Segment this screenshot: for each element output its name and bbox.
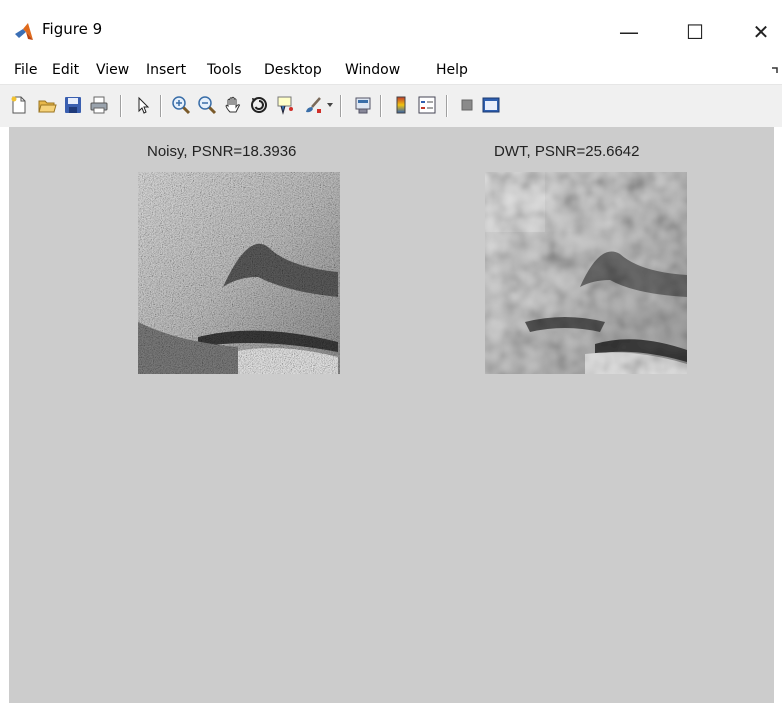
minimize-icon: — (619, 20, 639, 44)
link-plot-icon[interactable] (352, 94, 374, 116)
edit-plot-arrow-icon[interactable] (132, 94, 154, 116)
toolbar-separator (160, 95, 162, 117)
brush-dropdown-icon[interactable] (324, 94, 336, 116)
insert-colorbar-icon[interactable] (390, 94, 412, 116)
close-icon: ✕ (752, 20, 770, 44)
pan-hand-icon[interactable] (222, 94, 244, 116)
zoom-out-icon[interactable] (196, 94, 218, 116)
maximize-icon: ☐ (686, 20, 704, 44)
menu-tools[interactable]: Tools (207, 62, 242, 78)
dwt-image[interactable] (485, 172, 687, 374)
open-file-icon[interactable] (36, 94, 58, 116)
noisy-grayscale-image (138, 172, 340, 374)
toolbar-separator (340, 95, 342, 117)
rotate-3d-icon[interactable] (248, 94, 270, 116)
close-button[interactable]: ✕ (738, 12, 782, 52)
menu-desktop[interactable]: Desktop (264, 62, 322, 78)
axes-title-dwt: DWT, PSNR=25.6642 (494, 143, 640, 160)
window-border-left (0, 127, 9, 713)
zoom-in-icon[interactable] (170, 94, 192, 116)
insert-legend-icon[interactable] (416, 94, 438, 116)
window-border-right (774, 127, 782, 713)
title-bar: Figure 9 — ☐ ✕ (0, 0, 782, 58)
window-title: Figure 9 (42, 20, 103, 38)
maximize-button[interactable]: ☐ (672, 12, 718, 52)
minimize-button[interactable]: — (606, 12, 652, 52)
toolbar-separator (446, 95, 448, 117)
brush-icon[interactable] (302, 94, 324, 116)
toolbar-separator (120, 95, 122, 117)
toolbar-separator (380, 95, 382, 117)
window-border-bottom (0, 703, 782, 713)
menu-overflow-icon[interactable] (771, 66, 779, 74)
print-icon[interactable] (88, 94, 110, 116)
menu-view[interactable]: View (96, 62, 129, 78)
dwt-denoised-grayscale-image (485, 172, 687, 374)
menu-bar: File Edit View Insert Tools Desktop Wind… (0, 58, 782, 84)
hide-plot-tools-icon[interactable] (456, 94, 478, 116)
menu-edit[interactable]: Edit (52, 62, 79, 78)
figure-toolbar (0, 84, 782, 128)
save-icon[interactable] (62, 94, 84, 116)
matlab-logo-icon (15, 23, 33, 40)
new-figure-icon[interactable] (8, 94, 30, 116)
show-plot-tools-icon[interactable] (480, 94, 502, 116)
data-cursor-icon[interactable] (274, 94, 296, 116)
menu-file[interactable]: File (14, 62, 37, 78)
noisy-image[interactable] (138, 172, 340, 374)
menu-window[interactable]: Window (345, 62, 400, 78)
axes-title-noisy: Noisy, PSNR=18.3936 (147, 143, 297, 160)
menu-insert[interactable]: Insert (146, 62, 186, 78)
menu-help[interactable]: Help (436, 62, 468, 78)
